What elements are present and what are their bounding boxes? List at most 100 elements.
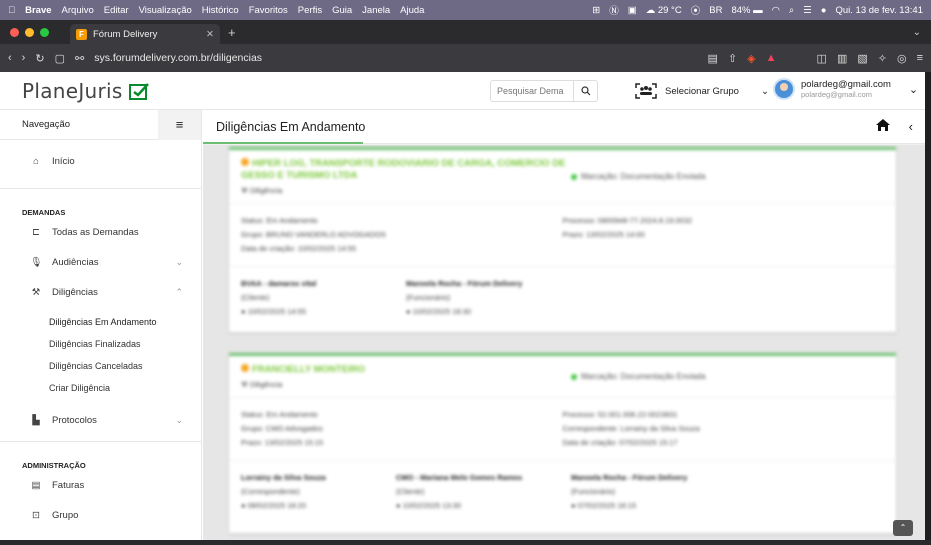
control-center-icon[interactable]: ☰ [803,5,812,16]
person-date: ● 10/02/2025 13:30 [396,501,462,510]
card-info-right: Processo: 52.001.006.22-0023831 Correspo… [563,408,885,450]
logo[interactable]: PlaneJuris [0,79,210,103]
card-header: FRANCIELLY MONTEIRO ⚒ Diligência Marcaçã… [229,356,896,398]
diligence-card[interactable]: HIPER LOG, TRANSPORTE RODOVIARIO DE CARG… [229,147,896,332]
brave-rewards-icon[interactable]: ▲ [766,52,777,64]
group-selector[interactable]: Selecionar Grupo ⌄ [635,80,769,102]
divider [0,441,201,442]
wallet-icon[interactable]: ▧ [857,52,867,65]
status-dot [241,364,249,372]
forward-icon[interactable]: › [22,52,26,64]
apple-icon[interactable]:  [8,5,15,16]
gavel-icon: ⚒ [31,286,41,298]
search-icon [580,86,590,96]
card-title-block: HIPER LOG, TRANSPORTE RODOVIARIO DE CARG… [241,158,571,195]
menu-icon[interactable]: ≡ [917,52,923,64]
new-tab-icon[interactable]: + [228,25,236,40]
tab-list-chevron-icon[interactable]: ⌄ [913,27,921,38]
microphone-icon: 🎙 [29,256,43,268]
grid-icon[interactable]: ▣ [628,5,637,16]
menu-ajuda[interactable]: Ajuda [400,5,424,16]
sidebar-item-inicio[interactable]: ⌂ Início [0,140,201,182]
hamburger-icon[interactable]: ≡ [158,109,201,140]
diligence-card[interactable]: FRANCIELLY MONTEIRO ⚒ Diligência Marcaçã… [229,353,896,533]
close-tab-icon[interactable]: ✕ [206,29,214,40]
home-icon[interactable] [875,118,891,135]
person-entry: Lorrainy da Silva Souza (Correspondente)… [241,471,396,513]
page-scrollbar[interactable] [925,72,931,540]
user-menu[interactable]: polardeg@gmail.com polardeg@gmail.com ⌄ [773,78,918,100]
menu-favoritos[interactable]: Favoritos [249,5,288,16]
sidebar-item-protocolos[interactable]: ▙ Protocolos ⌄ [0,405,201,435]
status-text: Marcação: Documentação Enviada [581,172,706,181]
avatar [773,78,795,100]
reader-icon[interactable]: ▤ [708,52,718,65]
reload-icon[interactable]: ↻ [35,52,44,65]
sidebar-item-todas-demandas[interactable]: ⊏ Todas as Demandas [0,217,201,247]
browser-tab-bar: F Fórum Delivery ✕ + ⌄ [0,20,931,44]
clock[interactable]: Qui. 13 de fev. 13:41 [836,5,924,16]
sidebar-item-label: Audiências [52,256,99,268]
sidebar-item-faturas[interactable]: ▤ Faturas [0,470,201,500]
sidebar-sub-canceladas[interactable]: Diligências Canceladas [0,355,201,377]
person-date: ● 08/02/2025 18:20 [241,501,307,510]
tab-title: Fórum Delivery [93,28,158,40]
extensions-icon[interactable]: ✧ [878,52,887,65]
person-entry: CMO - Mariana Melo Gomes Ramos (Cliente)… [396,471,571,513]
card-kind: ⚒ Diligência [241,186,283,195]
weather-readout[interactable]: ☁ 29 °C [646,5,682,16]
person-name: Lorrainy da Silva Souza [241,473,326,482]
forum-favicon-icon: F [76,28,87,40]
maximize-window-button[interactable] [40,27,49,37]
play-icon[interactable]: ⦿ [691,3,701,17]
sidebar-item-grupo[interactable]: ⊡ Grupo [0,500,201,530]
br-icon[interactable]: BR [709,5,722,16]
vpn-icon[interactable]: ◎ [897,52,907,65]
search-input[interactable] [491,86,573,96]
battery-readout[interactable]: 84% ▬ [731,5,762,16]
sidebar-toggle-icon[interactable]: ◫ [817,52,827,65]
menu-perfis[interactable]: Perfis [298,5,322,16]
menu-janela[interactable]: Janela [362,5,390,16]
menu-guia[interactable]: Guia [332,5,352,16]
minimize-window-button[interactable] [25,27,34,37]
address-bar[interactable]: sys.forumdelivery.com.br/diligencias [94,52,697,64]
split-view-icon[interactable]: ▥ [837,52,847,65]
person-role: (Funcionário) [571,487,616,496]
menu-brave[interactable]: Brave [25,5,51,16]
planejuris-app: PlaneJuris Selecionar Grupo ⌄ polardeg@g… [0,72,925,540]
site-settings-icon[interactable]: ⚯ [75,52,84,65]
n-icon[interactable]: Ⓝ [609,3,619,17]
search-button[interactable] [573,81,597,101]
menu-visualizacao[interactable]: Visualização [139,5,192,16]
sidebar-item-audiencias[interactable]: 🎙 Audiências ⌄ [0,247,201,277]
siri-icon[interactable]: ● [821,5,827,16]
wifi-icon[interactable]: ◠ [772,5,780,16]
person-entry: Manoela Rocha - Fórum Delivery (Funcioná… [406,277,571,319]
spotlight-icon[interactable]: ⌕ [789,5,794,16]
info-line: Prazo: 13/02/2025 14:00 [562,230,645,239]
card-info: Status: Em Andamento Grupo: CMO Advogado… [229,398,896,461]
sidebar-sub-finalizadas[interactable]: Diligências Finalizadas [0,333,201,355]
menu-editar[interactable]: Editar [104,5,129,16]
sidebar-item-diligencias[interactable]: ⚒ Diligências ⌃ [0,277,201,307]
brave-shield-icon[interactable]: ◈ [747,52,755,65]
back-icon[interactable]: ‹ [8,52,12,64]
info-line: Grupo: BRUNO VANDERLO ADVOGADOS [241,230,386,239]
close-window-button[interactable] [10,27,19,37]
share-icon[interactable]: ⇧ [728,52,737,65]
collapse-chevron-icon[interactable]: ‹ [909,119,913,134]
person-name: CMO - Mariana Melo Gomes Ramos [396,473,523,482]
group-chevron-down-icon: ⌄ [760,85,769,97]
status-badge: Marcação: Documentação Enviada [571,158,706,195]
menu-historico[interactable]: Histórico [202,5,239,16]
scroll-top-button[interactable]: ⌃ [893,520,913,536]
sidebar-sub-criar[interactable]: Criar Diligência [0,377,201,399]
sidebar-item-label: Grupo [52,509,79,521]
browser-tab[interactable]: F Fórum Delivery ✕ [70,24,220,44]
status-icon[interactable]: ⊞ [592,5,600,16]
menu-arquivo[interactable]: Arquivo [62,5,94,16]
sidebar-sub-em-andamento[interactable]: Diligências Em Andamento [0,311,201,333]
bookmark-icon[interactable]: ▢ [55,52,65,65]
user-email: polardeg@gmail.com [801,79,891,90]
